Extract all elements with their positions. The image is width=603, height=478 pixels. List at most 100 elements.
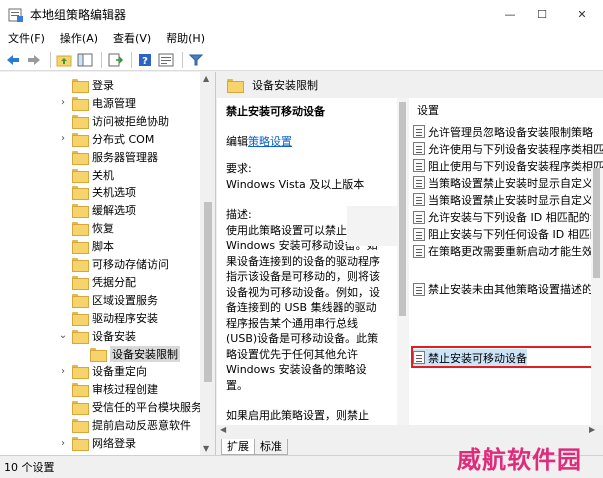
setting-label: 当策略设置禁止安装时显示自定义消息(正文) — [428, 193, 603, 207]
tree-item[interactable]: 关机 — [58, 166, 114, 184]
policy-setting-icon — [413, 244, 425, 258]
toolbar-separator — [50, 51, 51, 68]
folder-icon — [72, 437, 89, 451]
setting-row[interactable]: 在策略更改需要重新启动才能生效时计时 — [413, 243, 603, 260]
setting-label: 在策略更改需要重新启动才能生效时计时 — [428, 245, 603, 259]
policy-setting-icon — [413, 227, 425, 241]
tree-item-label: 电源管理 — [92, 96, 136, 110]
tree-item[interactable]: › 网络登录 — [58, 434, 136, 452]
show-tree-icon[interactable] — [76, 51, 94, 69]
folder-icon — [72, 258, 89, 272]
setting-row[interactable]: 当策略设置禁止安装时显示自定义消息(标题) — [413, 174, 603, 191]
chevron-right-icon[interactable]: › — [58, 438, 68, 449]
up-folder-icon[interactable] — [55, 51, 73, 69]
setting-row[interactable]: 允许安装与下列设备 ID 相匹配的设备 — [413, 209, 603, 226]
scroll-down-icon[interactable]: ▼ — [203, 444, 209, 453]
tree-item[interactable]: 访问被拒绝协助 — [58, 112, 169, 130]
settings-scrollbar[interactable] — [591, 168, 603, 437]
tree-item[interactable]: 区域设置服务 — [58, 291, 158, 309]
settings-list[interactable]: 设置 允许管理员忽略设备安装限制策略允许使用与下列设备安装程序类相匹配的驱动程序… — [409, 98, 603, 437]
tree-item-label: 驱动程序安装 — [92, 311, 158, 325]
setting-row[interactable]: 阻止安装与下列任何设备 ID 相匹配的设备 — [413, 226, 603, 243]
setting-row[interactable]: 允许管理员忽略设备安装限制策略 — [413, 123, 593, 140]
menu-help[interactable]: 帮助(H) — [158, 29, 212, 49]
folder-icon — [72, 240, 89, 255]
tree-item[interactable]: 受信任的平台模块服务 — [58, 398, 202, 416]
toolbar-separator — [182, 51, 183, 68]
setting-label: 允许安装与下列设备 ID 相匹配的设备 — [428, 211, 603, 224]
title-bar: 本地组策略编辑器 — ☐ ✕ — [0, 0, 603, 29]
tab-extended[interactable]: 扩展 — [221, 439, 255, 455]
tree-item[interactable]: 服务器管理器 — [58, 148, 158, 166]
tree-item[interactable]: › 电源管理 — [58, 94, 136, 112]
watermark-text: 威航软件园 — [457, 445, 582, 474]
folder-icon — [72, 329, 89, 344]
horizontal-scrollbar[interactable]: ◀ ▶ — [217, 425, 603, 437]
highlight-frame — [411, 346, 603, 368]
setting-row[interactable]: 禁止安装未由其他策略设置描述的设备 — [413, 281, 603, 298]
setting-label: 允许管理员忽略设备安装限制策略 — [428, 125, 593, 139]
tree-item[interactable]: 凭据分配 — [58, 273, 136, 291]
setting-row[interactable]: 阻止使用与下列设备安装程序类相匹配的驱动程序安装设备 — [413, 157, 603, 174]
back-icon[interactable] — [4, 51, 22, 69]
folder-icon — [72, 293, 89, 308]
tree-item[interactable]: 驱动程序安装 — [58, 309, 158, 327]
scroll-left-icon[interactable]: ◀ — [220, 425, 226, 434]
policy-setting-icon — [413, 210, 425, 224]
settings-column-header[interactable]: 设置 — [417, 102, 439, 118]
tree-pane[interactable]: 登录 › 电源管理访问被拒绝协助 › 分布式 COM 服务器管理器 关机 关机选项 缓解选项恢复… — [0, 72, 216, 455]
menu-view[interactable]: 查看(V) — [105, 29, 158, 49]
toolbar: ? — [0, 49, 603, 71]
filter-icon[interactable] — [187, 51, 205, 69]
tree-item-label: 提前启动反恶意软件 — [92, 419, 191, 433]
gpedit-app-icon — [8, 7, 24, 23]
chevron-right-icon[interactable]: › — [58, 366, 68, 377]
tree-item[interactable]: 设备安装限制 — [76, 345, 180, 363]
folder-icon — [72, 186, 89, 201]
tree-item[interactable]: 可移动存储访问 — [58, 255, 169, 273]
folder-icon — [90, 347, 107, 362]
edit-policy-link[interactable]: 策略设置 — [248, 135, 292, 148]
setting-row[interactable]: 允许使用与下列设备安装程序类相匹配的驱动程序安装设备 — [413, 140, 603, 157]
description-scroll-thumb[interactable] — [399, 102, 406, 316]
close-button[interactable]: ✕ — [562, 0, 602, 29]
menu-file[interactable]: 文件(F) — [0, 29, 52, 49]
folder-icon — [72, 383, 89, 398]
tree-item[interactable]: › 分布式 COM — [58, 130, 154, 148]
tree-item-label: 设备重定向 — [92, 365, 147, 379]
menu-action[interactable]: 操作(A) — [52, 29, 105, 49]
export-icon[interactable] — [106, 51, 124, 69]
settings-scroll-thumb[interactable] — [593, 168, 600, 278]
chevron-down-icon[interactable]: ⌄ — [58, 330, 68, 341]
folder-icon — [72, 168, 89, 183]
scroll-right-icon[interactable]: ▶ — [589, 425, 595, 434]
chevron-right-icon[interactable]: › — [58, 133, 68, 144]
help-icon[interactable]: ? — [136, 51, 154, 69]
tab-standard[interactable]: 标准 — [254, 439, 288, 455]
description-scrollbar[interactable] — [397, 98, 409, 437]
maximize-button[interactable]: ☐ — [522, 0, 562, 29]
tree-item[interactable]: 关机选项 — [58, 183, 136, 201]
properties-icon[interactable] — [157, 51, 175, 69]
setting-label: 阻止使用与下列设备安装程序类相匹配的驱动程序安装设备 — [428, 159, 603, 173]
tree-item[interactable]: 恢复 — [58, 219, 114, 237]
tree-item[interactable]: 审核过程创建 — [58, 380, 158, 398]
tree-item-label: 恢复 — [92, 222, 114, 236]
scroll-up-icon[interactable]: ▲ — [203, 74, 209, 83]
policy-setting-icon — [413, 176, 425, 190]
tree-scroll-thumb[interactable] — [204, 202, 212, 382]
tree-item[interactable]: 脚本 — [58, 237, 114, 255]
tree-item[interactable]: 登录 — [58, 76, 114, 94]
forward-icon[interactable] — [25, 51, 43, 69]
tree-item[interactable]: 缓解选项 — [58, 201, 136, 219]
tree-vertical-scrollbar[interactable]: ▲ ▼ — [200, 72, 215, 455]
tree-item[interactable]: 提前启动反恶意软件 — [58, 416, 191, 434]
toolbar-separator — [101, 51, 102, 68]
tree-item-label: 审核过程创建 — [92, 383, 158, 397]
chevron-right-icon[interactable]: › — [58, 97, 68, 108]
setting-row[interactable]: 当策略设置禁止安装时显示自定义消息(正文) — [413, 191, 603, 208]
folder-icon — [227, 79, 244, 93]
tree-item[interactable]: › 设备重定向 — [58, 362, 147, 380]
tree-item-label: 访问被拒绝协助 — [92, 114, 169, 128]
tree-item[interactable]: ⌄ 设备安装 — [58, 327, 136, 345]
